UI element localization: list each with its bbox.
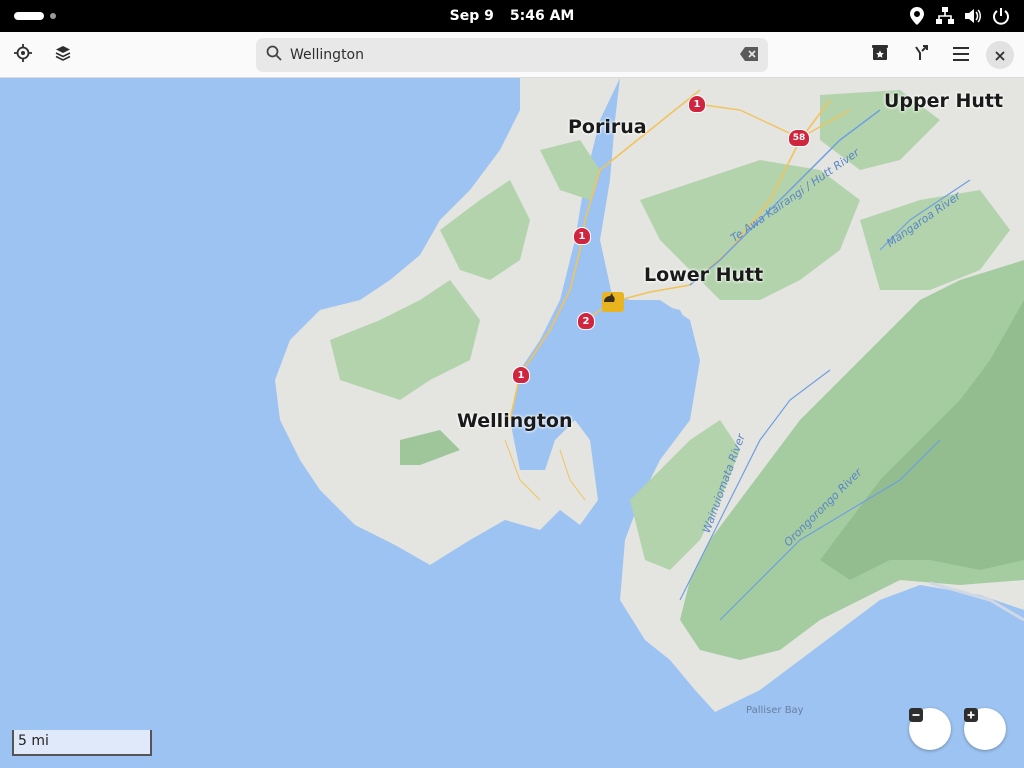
volume-icon bbox=[964, 6, 982, 26]
map-scale: 5 mi bbox=[12, 730, 152, 756]
power-icon bbox=[992, 6, 1010, 26]
city-label-lower-hutt[interactable]: Lower Hutt bbox=[644, 264, 763, 286]
date-label: Sep 9 bbox=[449, 8, 494, 24]
zoom-out-button[interactable] bbox=[909, 708, 951, 750]
search-input[interactable] bbox=[290, 47, 740, 63]
highway-shield: 2 bbox=[577, 312, 595, 330]
highway-shield: 1 bbox=[688, 95, 706, 113]
layers-icon bbox=[55, 45, 71, 65]
city-label-porirua[interactable]: Porirua bbox=[568, 116, 647, 138]
clear-search-icon[interactable] bbox=[740, 46, 758, 65]
layers-button[interactable] bbox=[47, 39, 79, 71]
network-icon bbox=[936, 6, 954, 26]
close-button[interactable] bbox=[986, 41, 1014, 69]
my-location-button[interactable] bbox=[7, 39, 39, 71]
time-label: 5:46 AM bbox=[509, 8, 575, 24]
menu-icon bbox=[953, 46, 969, 65]
route-icon bbox=[913, 45, 929, 65]
search-box[interactable] bbox=[256, 38, 768, 72]
search-icon bbox=[266, 45, 282, 65]
system-tray[interactable] bbox=[908, 6, 1010, 26]
poi-marker[interactable] bbox=[602, 292, 624, 312]
clock[interactable]: Sep 9 5:46 AM bbox=[0, 0, 1024, 32]
route-button[interactable] bbox=[905, 39, 937, 71]
favorites-icon bbox=[872, 45, 888, 65]
close-icon bbox=[995, 46, 1005, 65]
my-location-icon bbox=[14, 44, 32, 66]
zoom-in-button[interactable] bbox=[964, 708, 1006, 750]
city-label-upper-hutt[interactable]: Upper Hutt bbox=[884, 90, 1003, 112]
highway-shield: 58 bbox=[788, 129, 810, 147]
highway-shield: 1 bbox=[573, 227, 591, 245]
main-menu-button[interactable] bbox=[945, 39, 977, 71]
highway-shield: 1 bbox=[512, 366, 530, 384]
favorites-button[interactable] bbox=[864, 39, 896, 71]
location-icon bbox=[908, 6, 926, 26]
header-bar bbox=[0, 32, 1024, 78]
bay-label-palliser: Palliser Bay bbox=[746, 705, 804, 716]
city-label-wellington[interactable]: Wellington bbox=[457, 410, 573, 432]
map-view[interactable]: Upper Hutt Porirua Lower Hutt Wellington… bbox=[0, 78, 1024, 768]
system-top-bar: Sep 9 5:46 AM bbox=[0, 0, 1024, 32]
